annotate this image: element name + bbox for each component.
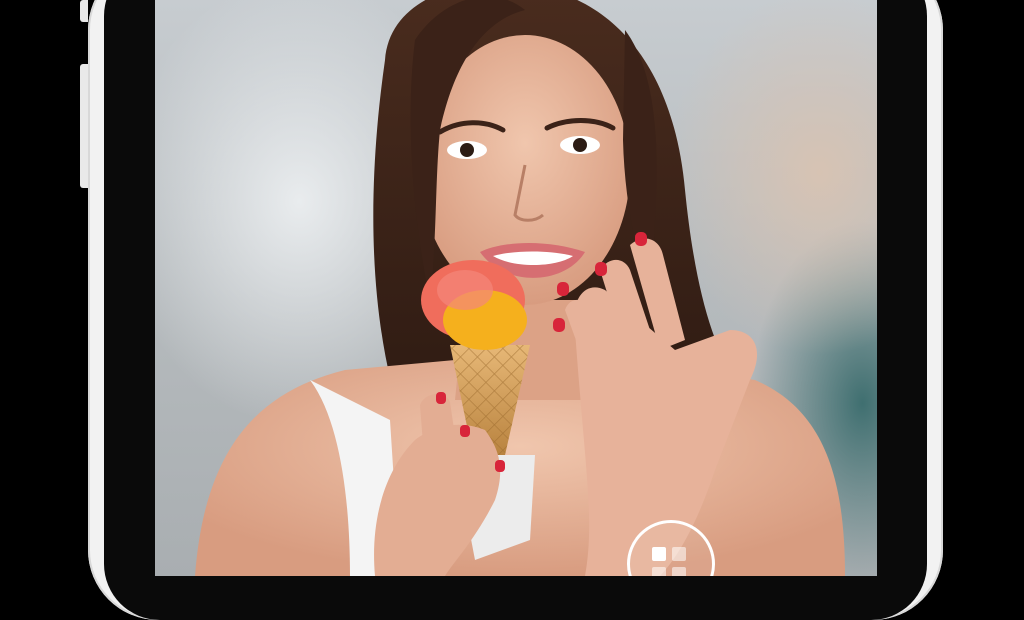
camera-viewfinder[interactable]: [155, 0, 877, 576]
volume-down-side-button[interactable]: [80, 64, 88, 188]
person-photo: [195, 0, 845, 576]
volume-up-side-button[interactable]: [80, 0, 88, 22]
